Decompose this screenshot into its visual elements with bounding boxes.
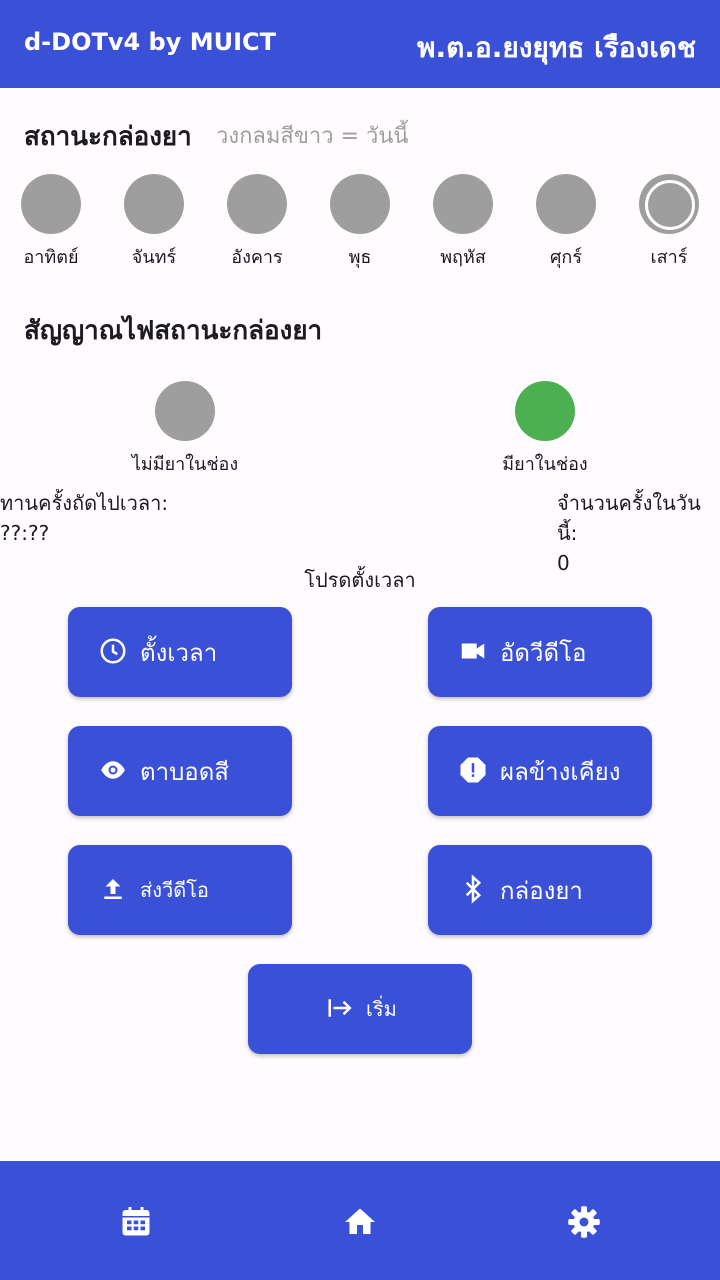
signal-has-dot bbox=[515, 381, 575, 441]
today-count-label: จำนวนครั้งในวันนี้: bbox=[557, 491, 701, 545]
app-title: d-DOTv4 by MUICT bbox=[24, 28, 276, 56]
signal-empty-dot bbox=[155, 381, 215, 441]
record-video-button[interactable]: อัดวีดีโอ bbox=[428, 607, 652, 697]
day-dot-today bbox=[639, 174, 699, 234]
color-blind-button[interactable]: ตาบอดสี bbox=[68, 726, 292, 816]
user-name: พ.ต.อ.ยงยุทธ เรืองเดช bbox=[416, 31, 696, 64]
next-dose: ทานครั้งถัดไปเวลา: ??:?? bbox=[0, 488, 168, 548]
day-label: จันทร์ bbox=[131, 247, 177, 268]
app-bar: d-DOTv4 by MUICT พ.ต.อ.ยงยุทธ เรืองเดช bbox=[0, 0, 720, 88]
color-blind-label: ตาบอดสี bbox=[140, 757, 229, 786]
day-dot bbox=[536, 174, 596, 234]
home-icon[interactable] bbox=[342, 1204, 378, 1240]
day-thursday: พฤหัส bbox=[413, 174, 513, 271]
next-dose-label: ทานครั้งถัดไปเวลา: bbox=[0, 491, 169, 515]
send-video-button[interactable]: ส่งวีดีโอ bbox=[68, 845, 292, 935]
next-dose-value: ??:?? bbox=[0, 521, 50, 545]
pill-box-button[interactable]: กล่องยา bbox=[428, 845, 652, 935]
day-label: อังคาร bbox=[231, 247, 283, 268]
bottom-nav bbox=[0, 1161, 720, 1280]
signal-has-label: มียาในช่อง bbox=[502, 454, 588, 475]
day-tuesday: อังคาร bbox=[207, 174, 307, 271]
report-icon bbox=[460, 757, 486, 783]
signal-empty-label: ไม่มียาในช่อง bbox=[131, 454, 239, 475]
start-button[interactable]: เริ่ม bbox=[248, 964, 472, 1054]
day-label: พุธ bbox=[348, 247, 372, 268]
day-friday: ศุกร์ bbox=[516, 174, 616, 271]
side-effects-label: ผลข้างเคียง bbox=[500, 757, 621, 786]
set-time-prompt: โปรดตั้งเวลา bbox=[304, 568, 416, 592]
calendar-icon[interactable] bbox=[118, 1204, 154, 1240]
start-arrow-icon bbox=[328, 999, 352, 1017]
day-dot bbox=[227, 174, 287, 234]
day-wednesday: พุธ bbox=[310, 174, 410, 271]
box-status-title: สถานะกล่องยา bbox=[24, 122, 192, 152]
signal-title: สัญญาณไฟสถานะกล่องยา bbox=[24, 316, 323, 346]
day-sunday: อาทิตย์ bbox=[1, 174, 101, 271]
day-dot bbox=[124, 174, 184, 234]
signal-empty: ไม่มียาในช่อง bbox=[95, 381, 275, 478]
day-label: เสาร์ bbox=[650, 247, 688, 268]
day-label: อาทิตย์ bbox=[23, 247, 79, 268]
day-dot bbox=[330, 174, 390, 234]
box-status-hint: วงกลมสีขาว = วันนี้ bbox=[216, 124, 409, 149]
signal-has: มียาในช่อง bbox=[455, 381, 635, 478]
start-label: เริ่ม bbox=[366, 997, 397, 1021]
day-label: ศุกร์ bbox=[550, 247, 582, 268]
clock-icon bbox=[100, 638, 126, 664]
pill-box-label: กล่องยา bbox=[500, 876, 583, 905]
day-label: พฤหัส bbox=[440, 247, 486, 268]
videocam-icon bbox=[461, 643, 485, 659]
day-dot bbox=[433, 174, 493, 234]
settings-icon[interactable] bbox=[566, 1204, 602, 1240]
day-monday: จันทร์ bbox=[104, 174, 204, 271]
send-video-label: ส่งวีดีโอ bbox=[140, 878, 209, 902]
side-effects-button[interactable]: ผลข้างเคียง bbox=[428, 726, 652, 816]
day-saturday: เสาร์ bbox=[619, 174, 719, 271]
set-time-button[interactable]: ตั้งเวลา bbox=[68, 607, 292, 697]
set-time-label: ตั้งเวลา bbox=[140, 638, 218, 667]
day-dot bbox=[21, 174, 81, 234]
record-video-label: อัดวีดีโอ bbox=[500, 638, 587, 667]
bluetooth-icon bbox=[465, 874, 482, 904]
eye-icon bbox=[101, 761, 125, 779]
upload-icon bbox=[104, 879, 122, 899]
